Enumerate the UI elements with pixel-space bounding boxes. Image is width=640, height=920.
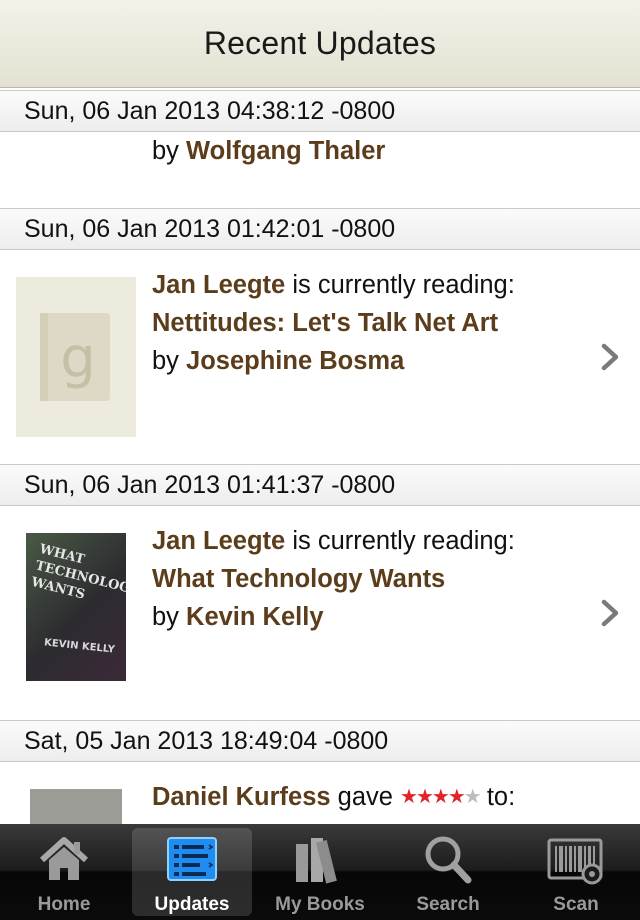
user-link[interactable]: Daniel Kurfess — [152, 783, 331, 811]
update-item[interactable]: WHAT TECHNOLOGY WANTS KEVIN KELLY Jan Le… — [0, 506, 640, 718]
date-header: Sun, 06 Jan 2013 01:42:01 -0800 — [0, 208, 640, 250]
svg-text:g: g — [60, 326, 96, 391]
book-title-link[interactable]: What Technology Wants — [152, 565, 445, 594]
updates-feed[interactable]: Sun, 06 Jan 2013 04:38:12 -0800 by Wolfg… — [0, 88, 640, 824]
book-cover-placeholder[interactable]: g — [16, 277, 136, 437]
update-item[interactable]: by Wolfgang Thaler — [0, 132, 640, 206]
tab-my-books[interactable]: My Books — [256, 824, 384, 920]
book-title-link[interactable]: Nettitudes: Let's Talk Net Art — [152, 309, 498, 338]
update-item[interactable]: Daniel Kurfess gave ★★★★★ to: — [0, 762, 640, 824]
user-link[interactable]: Jan Leegte — [152, 271, 285, 299]
date-header: Sun, 06 Jan 2013 04:38:12 -0800 — [0, 90, 640, 132]
books-icon — [296, 838, 337, 884]
goodreads-placeholder-icon: g — [40, 313, 110, 401]
book-cover[interactable]: WHAT TECHNOLOGY WANTS KEVIN KELLY — [26, 533, 126, 681]
byline: by Wolfgang Thaler — [152, 137, 386, 165]
tab-updates[interactable]: Updates — [132, 828, 252, 916]
star-filled-icon: ★ — [415, 786, 434, 808]
nav-bar: Recent Updates — [0, 0, 640, 88]
star-filled-icon: ★ — [431, 786, 450, 808]
date-header: Sat, 05 Jan 2013 18:49:04 -0800 — [0, 720, 640, 762]
star-filled-icon: ★ — [400, 786, 418, 808]
star-rating: ★★★★★ — [400, 784, 482, 809]
author-link[interactable]: Wolfgang Thaler — [186, 137, 385, 165]
update-item[interactable]: g Jan Leegte is currently reading: Netti… — [0, 250, 640, 462]
tab-home[interactable]: Home — [0, 824, 128, 920]
star-empty-icon: ★ — [463, 786, 482, 808]
user-link[interactable]: Jan Leegte — [152, 527, 285, 555]
tab-bar: Home Updates My Books Search Scan — [0, 824, 640, 920]
star-filled-icon: ★ — [447, 786, 466, 808]
author-link[interactable]: Kevin Kelly — [186, 603, 323, 631]
chevron-right-icon[interactable] — [598, 598, 624, 628]
page-title: Recent Updates — [203, 25, 437, 61]
tab-scan[interactable]: Scan — [512, 824, 640, 920]
updates-icon — [167, 837, 217, 881]
book-cover[interactable] — [30, 789, 122, 824]
barcode-icon — [547, 838, 603, 885]
chevron-right-icon[interactable] — [598, 342, 624, 372]
search-icon — [425, 836, 472, 884]
author-link[interactable]: Josephine Bosma — [186, 347, 404, 375]
home-icon — [39, 837, 89, 880]
tab-search[interactable]: Search — [384, 824, 512, 920]
date-header: Sun, 06 Jan 2013 01:41:37 -0800 — [0, 464, 640, 506]
